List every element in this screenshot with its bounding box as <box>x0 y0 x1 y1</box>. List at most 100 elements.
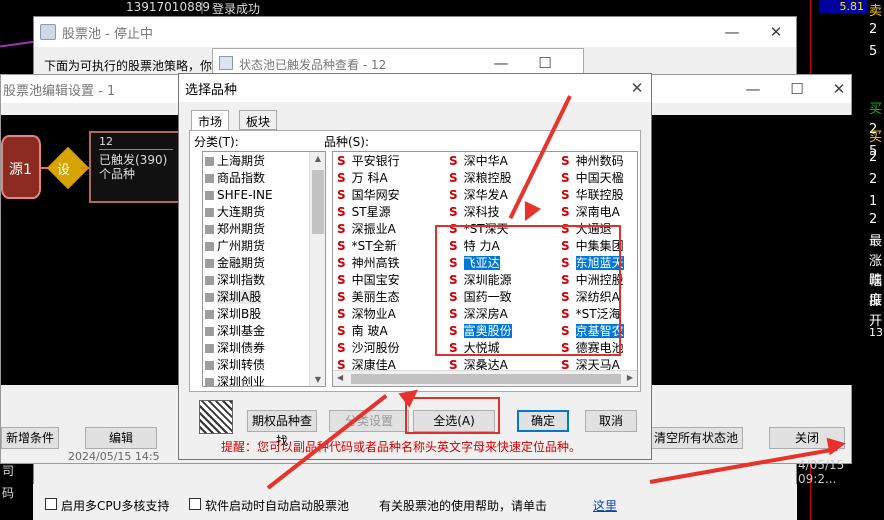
stock-type-icon: S <box>337 171 346 185</box>
category-item[interactable]: 深圳A股 <box>205 289 262 306</box>
category-label: 深圳指数 <box>217 273 266 287</box>
filter-node[interactable]: 12 已触发(390)个品种 <box>89 131 181 203</box>
variety-item[interactable]: S 华联控股 <box>561 187 624 204</box>
variety-item[interactable]: S 深振业A <box>337 221 396 238</box>
highlight-box <box>435 225 621 356</box>
stock-type-icon: S <box>337 273 346 287</box>
quote-label: 2 <box>869 150 878 165</box>
variety-scrollbar[interactable]: ◀ ▶ <box>333 370 637 386</box>
stock-type-icon: S <box>449 205 458 219</box>
grid-icon[interactable] <box>199 400 233 434</box>
variety-item[interactable]: S 南 玻A <box>337 323 388 340</box>
scroll-right-icon[interactable]: ▶ <box>627 373 633 382</box>
variety-item[interactable]: S 深粮控股 <box>449 170 512 187</box>
help-link[interactable]: 这里 <box>593 497 617 514</box>
variety-item[interactable]: S 深华发A <box>449 187 508 204</box>
category-item[interactable]: 深圳基金 <box>205 323 265 340</box>
close-icon[interactable]: ✕ <box>766 22 786 42</box>
quote-label: 1 <box>869 194 878 209</box>
category-item[interactable]: 广州期货 <box>205 238 265 255</box>
quote-label: 2 <box>869 22 878 37</box>
ok-button[interactable]: 确定 <box>517 410 569 432</box>
close-icon[interactable]: ✕ <box>829 79 849 99</box>
autostart-label: 软件启动时自动启动股票池 <box>205 499 350 513</box>
query-by-code-button[interactable]: 期权品种查找 <box>247 410 317 448</box>
close-icon[interactable]: ✕ <box>627 78 647 98</box>
price-label: 5.81 <box>819 0 867 13</box>
source-node[interactable]: 源1 <box>1 135 41 199</box>
maximize-icon[interactable]: ☐ <box>535 53 555 73</box>
category-item[interactable]: 深圳指数 <box>205 272 265 289</box>
stock-type-icon: S <box>337 341 346 355</box>
tab-market[interactable]: 市场 <box>191 110 230 131</box>
variety-item[interactable]: S 美丽生态 <box>337 289 400 306</box>
autostart-checkbox[interactable] <box>189 498 201 510</box>
variety-item[interactable]: S 深物业A <box>337 306 396 323</box>
variety-item[interactable]: S 中国宝安 <box>337 272 400 289</box>
stock-type-icon: S <box>337 290 346 304</box>
category-item[interactable]: SHFE-INE <box>205 187 273 204</box>
maximize-icon[interactable]: ☐ <box>787 79 807 99</box>
scroll-up-icon[interactable]: ▲ <box>310 154 325 163</box>
variety-item[interactable]: S 神州数码 <box>561 153 624 170</box>
dialog-title: 选择品种 <box>185 82 238 98</box>
variety-name: 神州高铁 <box>351 256 400 270</box>
category-scrollbar[interactable]: ▲ ▼ <box>309 152 325 386</box>
filter-text: 已触发(390)个品种 <box>99 153 168 181</box>
variety-item[interactable]: S 沙河股份 <box>337 340 400 357</box>
stock-type-icon: S <box>337 239 346 253</box>
category-item[interactable]: 深圳债券 <box>205 340 265 357</box>
category-label: 深圳A股 <box>217 290 262 304</box>
category-item[interactable]: 深圳B股 <box>205 306 261 323</box>
category-list[interactable]: 上海期货商品指数 SHFE-INE 大连期货郑州期货 广州期货金融期货 深圳指数深圳A股… <box>202 151 326 387</box>
category-item[interactable]: 深圳转债 <box>205 357 265 374</box>
category-label: 上海期货 <box>217 154 266 168</box>
category-label: 广州期货 <box>217 239 266 253</box>
variety-item[interactable]: S 万 科A <box>337 170 388 187</box>
scroll-thumb[interactable] <box>351 374 621 384</box>
category-item[interactable]: 深圳创业 <box>205 374 265 386</box>
scroll-down-icon[interactable]: ▼ <box>310 375 325 384</box>
variety-item[interactable]: S *ST全新 <box>337 238 397 255</box>
multi-cpu-checkbox[interactable] <box>45 498 57 510</box>
category-item[interactable]: 大连期货 <box>205 204 265 221</box>
category-item[interactable]: 上海期货 <box>205 153 265 170</box>
cancel-button[interactable]: 取消 <box>585 410 637 432</box>
stock-type-icon: S <box>337 324 346 338</box>
variety-item[interactable]: S 神州高铁 <box>337 255 400 272</box>
minimize-icon[interactable]: — <box>722 22 742 42</box>
edit-button[interactable]: 编辑 <box>85 427 157 449</box>
category-item[interactable]: 金融期货 <box>205 255 265 272</box>
category-bullet-icon <box>205 259 214 268</box>
variety-name: 深振业A <box>351 222 396 236</box>
tab-sector[interactable]: 板块 <box>239 110 278 130</box>
window-title: 状态池已触发品种查看 - 12 <box>239 58 387 72</box>
category-label: 大连期货 <box>217 205 266 219</box>
variety-name: ST星源 <box>351 205 391 219</box>
scroll-left-icon[interactable]: ◀ <box>337 373 343 382</box>
stock-type-icon: S <box>337 154 346 168</box>
add-condition-button[interactable]: 新增条件 <box>1 427 59 449</box>
variety-item[interactable]: S 中国天楹 <box>561 170 624 187</box>
variety-item[interactable]: S 国华网安 <box>337 187 400 204</box>
minimize-icon[interactable]: — <box>491 53 511 73</box>
variety-item[interactable]: S 深中华A <box>449 153 508 170</box>
clear-status-button[interactable]: 清空所有状态池 <box>649 427 743 449</box>
quote-label: 振 <box>869 294 883 309</box>
category-bullet-icon <box>205 242 214 251</box>
source-label: 源1 <box>9 162 32 178</box>
highlight-box <box>405 397 500 434</box>
variety-name: 深中华A <box>463 154 508 168</box>
hint-text: 提醒：您可以副品种代码或者品种名称头英文字母来快速定位品种。 <box>221 440 582 454</box>
quote-label: 买 <box>869 102 883 117</box>
minimize-icon[interactable]: — <box>743 79 763 99</box>
category-item[interactable]: 商品指数 <box>205 170 265 187</box>
variety-item[interactable]: S 平安银行 <box>337 153 400 170</box>
variety-item[interactable]: S 深科技 <box>449 204 500 221</box>
variety-item[interactable]: S 深南电A <box>561 204 620 221</box>
quote-label: 2 <box>869 212 878 227</box>
variety-item[interactable]: S ST星源 <box>337 204 391 221</box>
category-item[interactable]: 郑州期货 <box>205 221 265 238</box>
scroll-thumb[interactable] <box>312 170 324 234</box>
variety-label: 品种(S): <box>324 135 370 149</box>
